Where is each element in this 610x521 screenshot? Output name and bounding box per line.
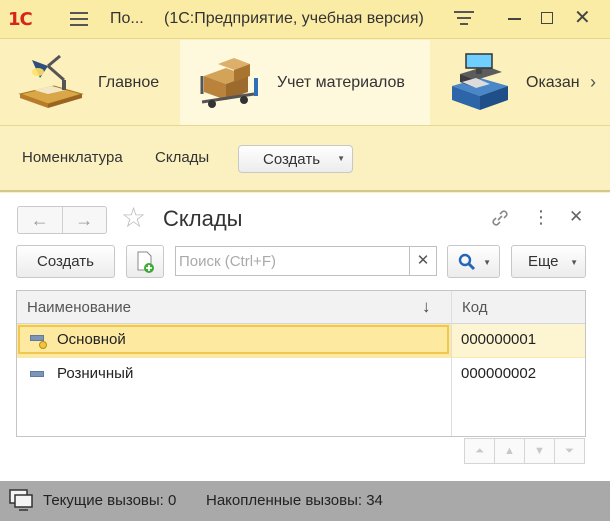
chevron-right-icon[interactable]: ›: [590, 72, 596, 93]
maximize-icon[interactable]: [541, 12, 553, 24]
navigation-panel: Номенклатура Склады Создать ▼: [0, 126, 610, 192]
column-separator: [451, 291, 452, 436]
section-main[interactable]: Главное: [0, 40, 180, 125]
nav-link-nomenclature[interactable]: Номенклатура: [22, 149, 123, 166]
row-code: 000000002: [461, 365, 537, 382]
section-services-label: Оказан: [526, 73, 580, 91]
monitor-icon[interactable]: [9, 489, 33, 511]
scroll-down-icon[interactable]: ▼: [524, 438, 555, 464]
more-button[interactable]: Еще ▼: [511, 245, 586, 278]
favorite-star-icon[interactable]: ☆: [121, 204, 146, 232]
table-scroll-buttons: ⏶ ▲ ▼ ⏷: [464, 438, 585, 464]
row-code: 000000001: [461, 331, 537, 348]
table-row[interactable]: Розничный 000000002: [17, 358, 585, 392]
chevron-down-icon: ▼: [337, 154, 345, 163]
minimize-icon[interactable]: [508, 18, 521, 20]
forward-arrow-icon[interactable]: →: [63, 207, 107, 233]
section-services[interactable]: Оказан: [430, 40, 590, 125]
form-title: Склады: [163, 206, 243, 231]
sections-panel: Главное Учет материалов Оказан ›: [0, 40, 610, 126]
create-button-label: Создать: [36, 253, 94, 270]
create-copy-button[interactable]: [126, 245, 164, 278]
status-bar: Текущие вызовы: 0 Накопленные вызовы: 34: [0, 481, 610, 521]
scroll-first-icon[interactable]: ⏶: [464, 438, 495, 464]
add-document-icon: [137, 251, 154, 273]
row-name: Основной: [57, 331, 126, 348]
desk-lamp-icon: [18, 54, 84, 108]
section-main-label: Главное: [98, 73, 160, 91]
more-button-label: Еще: [528, 253, 559, 270]
back-arrow-icon[interactable]: ←: [18, 207, 63, 233]
column-header-name[interactable]: Наименование: [27, 299, 131, 316]
current-calls: Текущие вызовы: 0: [43, 492, 177, 509]
search-placeholder: Поиск (Ctrl+F): [179, 253, 276, 270]
default-marker-icon: [39, 341, 47, 349]
table-row[interactable]: Основной 000000001: [17, 324, 585, 358]
accumulated-calls: Накопленные вызовы: 34: [206, 492, 383, 509]
column-header-code[interactable]: Код: [462, 299, 488, 316]
app-logo: 1С: [8, 9, 33, 30]
history-nav: ← →: [17, 206, 107, 234]
close-form-icon[interactable]: ✕: [569, 207, 583, 227]
sort-descending-icon[interactable]: ↓: [422, 297, 431, 317]
nav-create-button[interactable]: Создать ▼: [238, 145, 353, 173]
search-icon: [458, 253, 476, 270]
scroll-up-icon[interactable]: ▲: [494, 438, 525, 464]
window-title-short: По...: [110, 10, 144, 27]
link-icon[interactable]: [490, 208, 510, 233]
cash-register-icon: [452, 53, 508, 110]
section-materials[interactable]: Учет материалов: [180, 40, 430, 125]
boxes-cart-icon: [200, 58, 258, 108]
window-title: (1С:Предприятие, учебная версия): [164, 10, 424, 27]
search-button[interactable]: ▼: [447, 245, 500, 278]
title-bar: 1С По... (1С:Предприятие, учебная версия…: [0, 0, 610, 39]
section-materials-label: Учет материалов: [277, 73, 405, 91]
clear-search-icon[interactable]: ✕: [409, 247, 436, 275]
search-input[interactable]: Поиск (Ctrl+F) ✕: [175, 246, 437, 276]
warehouses-table: Наименование ↓ Код Основной 000000001 Ро…: [16, 290, 586, 437]
create-button[interactable]: Создать: [16, 245, 115, 278]
chevron-down-icon: ▼: [483, 258, 491, 267]
close-window-icon[interactable]: ✕: [574, 8, 591, 28]
scroll-last-icon[interactable]: ⏷: [554, 438, 585, 464]
functions-menu-icon[interactable]: [454, 11, 474, 29]
warehouses-form: ← → ☆ Склады ⋮ ✕ Создать Поиск (Ctrl+F) …: [0, 193, 610, 481]
nav-link-warehouses[interactable]: Склады: [155, 149, 209, 166]
table-header: Наименование ↓ Код: [17, 291, 585, 324]
more-actions-icon[interactable]: ⋮: [532, 206, 550, 228]
row-name: Розничный: [57, 365, 134, 382]
nav-create-label: Создать: [263, 150, 321, 168]
catalog-item-icon: [30, 371, 44, 377]
chevron-down-icon: ▼: [570, 258, 578, 267]
main-menu-icon[interactable]: [70, 12, 88, 26]
